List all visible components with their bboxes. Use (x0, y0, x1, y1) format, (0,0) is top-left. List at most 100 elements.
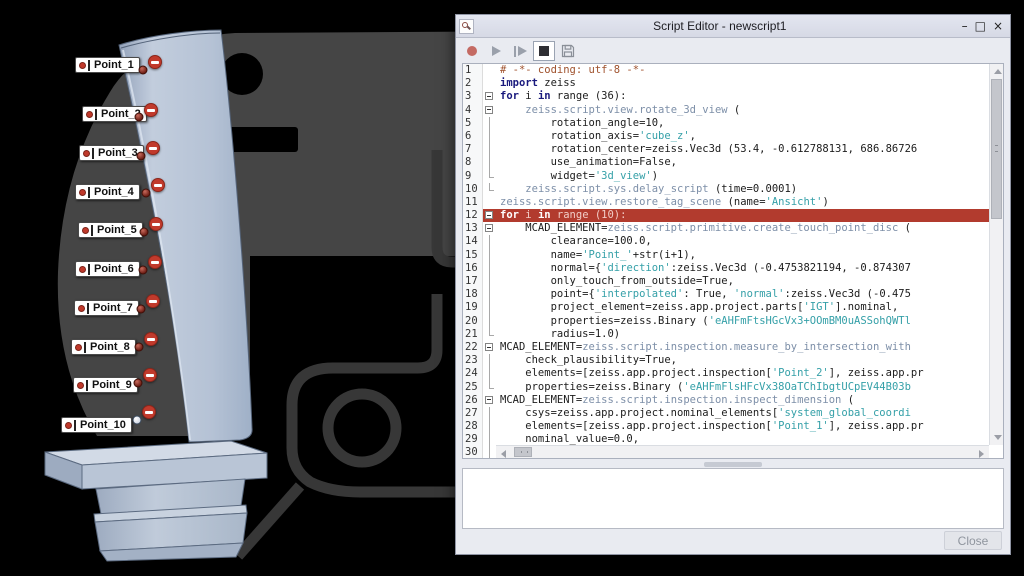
code-text: zeiss.script.view.restore_tag_scene (nam… (496, 196, 989, 209)
code-line[interactable]: 16 normal={'direction':zeiss.Vec3d (-0.4… (463, 262, 989, 275)
run-button[interactable] (485, 41, 507, 61)
point-label[interactable]: Point_9 (73, 377, 138, 393)
fold-toggle-icon[interactable] (483, 209, 496, 222)
save-button[interactable] (557, 41, 579, 61)
code-line[interactable]: 4 zeiss.script.view.rotate_3d_view ( (463, 104, 989, 117)
fold-margin (483, 301, 496, 314)
scroll-right-icon[interactable] (979, 450, 984, 458)
point-label-text: Point_6 (94, 263, 134, 275)
touch-point-marker[interactable] (142, 189, 151, 198)
code-text: elements=[zeiss.app.project.inspection['… (496, 420, 989, 433)
touch-point-marker[interactable] (140, 228, 149, 237)
touch-point-marker[interactable] (139, 66, 148, 75)
horizontal-scroll-thumb[interactable] (514, 447, 532, 457)
fold-margin (483, 249, 496, 262)
code-line[interactable]: 27 csys=zeiss.app.project.nominal_elemen… (463, 407, 989, 420)
code-editor[interactable]: 1# -*- coding: utf-8 -*-2import zeiss3fo… (462, 63, 1004, 459)
code-line[interactable]: 26 MCAD_ELEMENT=zeiss.script.inspection.i… (463, 394, 989, 407)
line-number: 8 (463, 156, 483, 169)
point-label[interactable]: Point_4 (75, 184, 140, 200)
code-line[interactable]: 3for i in range (36): (463, 90, 989, 103)
point-label[interactable]: Point_10 (61, 417, 132, 433)
code-line[interactable]: 12for i in range (10): (463, 209, 989, 222)
scroll-up-icon[interactable] (994, 69, 1002, 74)
bottom-bar: Close (456, 527, 1010, 554)
run-step-button[interactable] (509, 41, 531, 61)
horizontal-scrollbar[interactable] (496, 445, 989, 458)
code-line[interactable]: 17 only_touch_from_outside=True, (463, 275, 989, 288)
code-line[interactable]: 21 radius=1.0) (463, 328, 989, 341)
code-line[interactable]: 19 project_element=zeiss.app.project.par… (463, 301, 989, 314)
code-line[interactable]: 20 properties=zeiss.Binary ('eAHFmFtsHGc… (463, 315, 989, 328)
code-line[interactable]: 10 zeiss.script.sys.delay_script (time=0… (463, 183, 989, 196)
scroll-left-icon[interactable] (501, 450, 506, 458)
touch-point-marker[interactable] (133, 416, 142, 425)
code-text: for i in range (10): (496, 209, 989, 222)
vertical-scroll-thumb[interactable] (991, 79, 1002, 219)
stop-button[interactable] (533, 41, 555, 61)
fold-toggle-icon[interactable] (483, 394, 496, 407)
fold-margin (483, 196, 496, 209)
fold-toggle-icon[interactable] (483, 104, 496, 117)
no-entry-badge-icon (148, 55, 162, 69)
touch-point-marker[interactable] (139, 266, 148, 275)
touch-point-marker[interactable] (137, 152, 146, 161)
touch-point-marker[interactable] (134, 379, 143, 388)
maximize-button[interactable]: □ (975, 19, 986, 33)
code-text: MCAD_ELEMENT=zeiss.script.inspection.ins… (496, 394, 989, 407)
code-line[interactable]: 24 elements=[zeiss.app.project.inspectio… (463, 367, 989, 380)
code-line[interactable]: 15 name='Point_'+str(i+1), (463, 249, 989, 262)
output-panel[interactable] (462, 468, 1004, 529)
code-line[interactable]: 28 elements=[zeiss.app.project.inspectio… (463, 420, 989, 433)
fold-toggle-icon[interactable] (483, 90, 496, 103)
close-button[interactable]: Close (944, 531, 1002, 550)
point-label[interactable]: Point_5 (78, 222, 143, 238)
splitter-handle[interactable] (462, 461, 1004, 468)
minimize-button[interactable]: – (962, 19, 968, 33)
code-line[interactable]: 22MCAD_ELEMENT=zeiss.script.inspection.m… (463, 341, 989, 354)
code-line[interactable]: 11zeiss.script.view.restore_tag_scene (n… (463, 196, 989, 209)
point-label[interactable]: Point_7 (74, 300, 139, 316)
line-number: 26 (463, 394, 483, 407)
code-line[interactable]: 5 rotation_angle=10, (463, 117, 989, 130)
fold-toggle-icon[interactable] (483, 341, 496, 354)
line-number: 30 (463, 446, 483, 459)
search-icon[interactable] (459, 19, 474, 34)
code-line[interactable]: 1# -*- coding: utf-8 -*- (463, 64, 989, 77)
point-label-text: Point_9 (92, 379, 132, 391)
scroll-down-icon[interactable] (994, 435, 1002, 440)
code-line[interactable]: 2import zeiss (463, 77, 989, 90)
code-text: use_animation=False, (496, 156, 989, 169)
code-line[interactable]: 6 rotation_axis='cube_z', (463, 130, 989, 143)
point-label[interactable]: Point_3 (79, 145, 144, 161)
code-line[interactable]: 14 clearance=100.0, (463, 235, 989, 248)
code-line[interactable]: 18 point={'interpolated': True, 'normal'… (463, 288, 989, 301)
fold-toggle-icon[interactable] (483, 222, 496, 235)
code-line[interactable]: 7 rotation_center=zeiss.Vec3d (53.4, -0.… (463, 143, 989, 156)
window-title: Script Editor - newscript1 (478, 19, 962, 33)
point-label-text: Point_4 (94, 186, 134, 198)
no-entry-badge-icon (142, 405, 156, 419)
window-controls: –□ × (962, 19, 1003, 33)
code-line[interactable]: 9 widget='3d_view') (463, 170, 989, 183)
line-number: 5 (463, 117, 483, 130)
code-line[interactable]: 25 properties=zeiss.Binary ('eAHFmFlsHFc… (463, 381, 989, 394)
measure-point-icon (82, 225, 94, 236)
touch-point-marker[interactable] (135, 343, 144, 352)
code-line[interactable]: 13 MCAD_ELEMENT=zeiss.script.primitive.c… (463, 222, 989, 235)
point-label[interactable]: Point_1 (75, 57, 140, 73)
line-number: 4 (463, 104, 483, 117)
code-line[interactable]: 23 check_plausibility=True, (463, 354, 989, 367)
point-label[interactable]: Point_6 (75, 261, 140, 277)
line-number: 10 (463, 183, 483, 196)
touch-point-marker[interactable] (137, 305, 146, 314)
point-label-text: Point_1 (94, 59, 134, 71)
vertical-scrollbar[interactable] (989, 64, 1003, 445)
titlebar[interactable]: Script Editor - newscript1 –□ × (456, 15, 1010, 38)
point-label[interactable]: Point_8 (71, 339, 136, 355)
code-line[interactable]: 8 use_animation=False, (463, 156, 989, 169)
touch-point-marker[interactable] (135, 113, 144, 122)
no-entry-badge-icon (143, 368, 157, 382)
close-button[interactable]: × (993, 19, 1003, 33)
record-button[interactable] (461, 41, 483, 61)
